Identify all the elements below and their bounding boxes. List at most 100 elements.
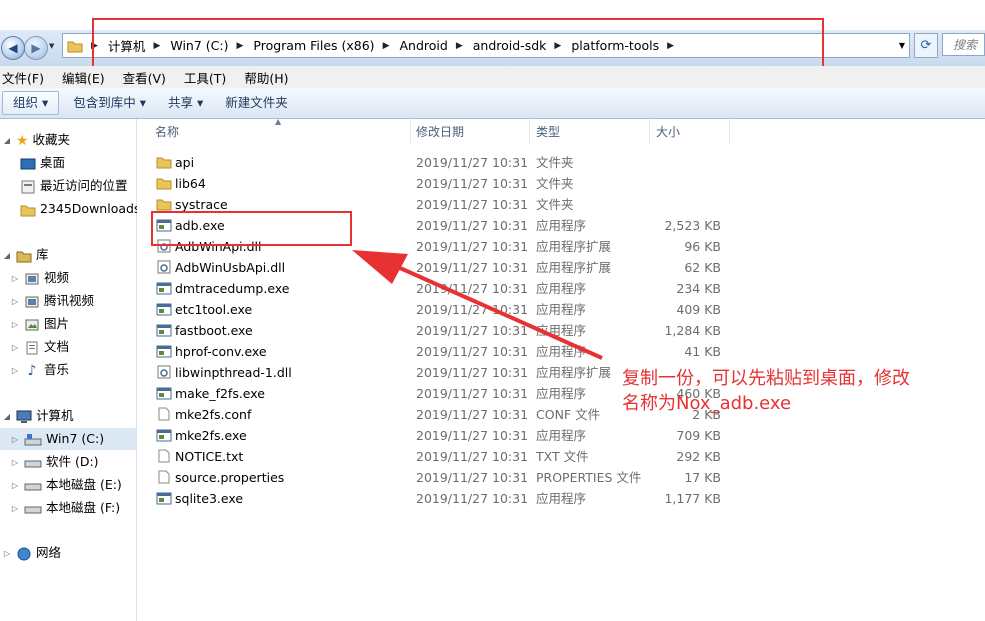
file-name: mke2fs.exe: [175, 428, 247, 443]
drive-icon: [24, 460, 42, 467]
annotation-arrow-icon: [352, 250, 603, 360]
file-type: 应用程序: [536, 386, 587, 401]
file-date: 2019/11/27 10:31: [416, 218, 529, 233]
new-folder-button[interactable]: 新建文件夹: [215, 92, 298, 114]
file-date: 2019/11/27 10:31: [416, 155, 529, 170]
file-name: make_f2fs.exe: [175, 386, 265, 401]
file-row[interactable]: NOTICE.txt 2019/11/27 10:31 TXT 文件 292 KB: [137, 446, 737, 467]
pictures-library-icon: [25, 319, 39, 330]
exe-icon: [156, 282, 172, 295]
file-name: api: [175, 155, 195, 170]
collapse-icon[interactable]: ◢: [2, 245, 12, 267]
network-icon: [17, 547, 31, 560]
column-header-type[interactable]: 类型: [530, 119, 650, 145]
menu-edit[interactable]: 编辑(E): [62, 68, 105, 87]
nav-item-documents[interactable]: ▷ 文档: [10, 336, 69, 358]
folder-icon: [67, 41, 83, 52]
file-type: 文件夹: [536, 197, 574, 212]
address-dropdown-icon[interactable]: ▼: [899, 41, 905, 50]
file-row[interactable]: sqlite3.exe 2019/11/27 10:31 应用程序 1,177 KB: [137, 488, 737, 509]
share-button[interactable]: 共享 ▾: [158, 92, 213, 114]
recent-pages-dropdown[interactable]: ▼: [49, 42, 54, 50]
nav-item-drive-d[interactable]: ▷ 软件 (D:): [10, 451, 99, 473]
file-type: 应用程序: [536, 218, 587, 233]
star-icon: ★: [15, 132, 29, 149]
forward-button[interactable]: ▶: [24, 36, 48, 60]
file-row[interactable]: api 2019/11/27 10:31 文件夹: [137, 152, 737, 173]
file-type: 应用程序: [536, 428, 587, 443]
computer-icon: [16, 410, 32, 423]
menu-tools[interactable]: 工具(T): [184, 68, 226, 87]
expand-icon[interactable]: ▷: [10, 337, 20, 359]
adb-highlight-box: [151, 211, 352, 246]
column-header-size[interactable]: 大小: [650, 119, 730, 145]
search-input[interactable]: 搜索: [942, 33, 985, 56]
nav-label: 音乐: [43, 362, 69, 377]
drive-icon: [24, 483, 42, 490]
expand-icon[interactable]: ▷: [10, 291, 20, 313]
file-name: sqlite3.exe: [175, 491, 244, 506]
collapse-icon[interactable]: ◢: [2, 130, 12, 152]
file-name: source.properties: [175, 470, 285, 485]
exe-icon: [156, 387, 172, 400]
file-row[interactable]: mke2fs.exe 2019/11/27 10:31 应用程序 709 KB: [137, 425, 737, 446]
file-type: 应用程序: [536, 491, 587, 506]
nav-label: 文档: [43, 339, 69, 354]
file-date: 2019/11/27 10:31: [416, 386, 529, 401]
nav-item-recent[interactable]: 最近访问的位置: [20, 175, 128, 197]
menu-help[interactable]: 帮助(H): [244, 68, 288, 87]
dll-icon: [157, 365, 171, 379]
annotation-text: 复制一份，可以先粘贴到桌面，修改 名称为Nox_adb.exe: [622, 366, 982, 416]
file-size: 96 KB: [684, 239, 721, 254]
video-library-icon: [25, 296, 39, 307]
include-in-library-button[interactable]: 包含到库中 ▾: [63, 92, 156, 114]
nav-libraries[interactable]: ◢ 库: [2, 244, 48, 266]
nav-label: 图片: [43, 316, 69, 331]
sort-ascending-icon: ▲: [275, 117, 282, 126]
folder-icon: [156, 178, 172, 190]
file-row[interactable]: source.properties 2019/11/27 10:31 PROPERT…: [137, 467, 737, 488]
nav-item-desktop[interactable]: 桌面: [20, 152, 65, 174]
file-size: 709 KB: [676, 428, 721, 443]
file-size: 2,523 KB: [664, 218, 721, 233]
nav-item-drive-e[interactable]: ▷ 本地磁盘 (E:): [10, 474, 122, 496]
expand-icon[interactable]: ▷: [10, 268, 20, 290]
column-header-label: 类型: [536, 125, 561, 139]
library-icon: [16, 251, 32, 262]
nav-item-drive-c[interactable]: ▷ Win7 (C:): [0, 428, 136, 450]
nav-item-2345downloads[interactable]: 2345Downloads: [20, 198, 140, 220]
expand-icon[interactable]: ▷: [10, 475, 20, 497]
nav-item-music[interactable]: ▷ ♪ 音乐: [10, 359, 69, 381]
nav-computer[interactable]: ◢ 计算机: [2, 405, 74, 428]
organize-button[interactable]: 组织 ▾: [2, 91, 60, 115]
back-arrow-icon: ◀: [8, 41, 18, 55]
file-size: 409 KB: [676, 302, 721, 317]
column-header-date[interactable]: 修改日期: [410, 119, 530, 145]
collapse-icon[interactable]: ◢: [2, 406, 12, 428]
folder-icon: [156, 199, 172, 211]
nav-item-drive-f[interactable]: ▷ 本地磁盘 (F:): [10, 497, 120, 519]
menu-view[interactable]: 查看(V): [123, 68, 166, 87]
expand-icon[interactable]: ▷: [10, 498, 20, 520]
file-date: 2019/11/27 10:31: [416, 470, 529, 485]
nav-item-videos[interactable]: ▷ 视频: [10, 267, 69, 289]
nav-favorites[interactable]: ◢ ★ 收藏夹: [2, 129, 70, 151]
expand-icon[interactable]: ▷: [10, 452, 20, 474]
expand-icon[interactable]: ▷: [10, 314, 20, 336]
menu-bar: 文件(F) 编辑(E) 查看(V) 工具(T) 帮助(H): [0, 66, 985, 88]
drive-icon: [24, 506, 42, 513]
nav-network[interactable]: ▷ 网络: [2, 542, 61, 564]
file-row[interactable]: lib64 2019/11/27 10:31 文件夹: [137, 173, 737, 194]
exe-icon: [156, 303, 172, 316]
nav-item-pictures[interactable]: ▷ 图片: [10, 313, 69, 335]
nav-item-tencent-video[interactable]: ▷ 腾讯视频: [10, 290, 94, 312]
back-button[interactable]: ◀: [1, 36, 25, 60]
file-name: NOTICE.txt: [175, 449, 244, 464]
expand-icon[interactable]: ▷: [10, 360, 20, 382]
expand-icon[interactable]: ▷: [10, 429, 20, 451]
expand-icon[interactable]: ▷: [2, 543, 12, 565]
menu-file[interactable]: 文件(F): [2, 68, 44, 87]
file-type: CONF 文件: [536, 407, 601, 422]
file-type: 文件夹: [536, 155, 574, 170]
refresh-button[interactable]: ⟳: [914, 33, 938, 58]
